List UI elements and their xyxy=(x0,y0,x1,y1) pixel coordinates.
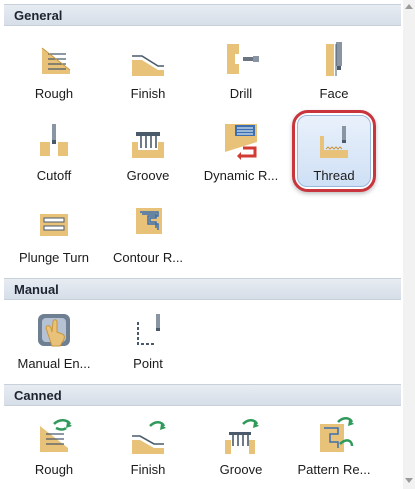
canned-rough-icon xyxy=(40,419,72,452)
contour-rough-icon xyxy=(136,208,162,234)
tool-label: Finish xyxy=(130,86,166,101)
tool-plunge-turn[interactable]: Plunge Turn xyxy=(10,198,98,272)
tool-dynamic-rough[interactable]: Dynamic R... xyxy=(197,116,285,190)
scroll-down-arrow-icon[interactable] xyxy=(405,478,413,483)
plunge-turn-icon xyxy=(40,214,68,236)
section-header-canned[interactable]: Canned xyxy=(4,384,401,406)
canned-finish-icon xyxy=(132,421,166,454)
tool-label: Thread xyxy=(313,168,355,183)
tool-label: Rough xyxy=(34,86,74,101)
point-icon xyxy=(137,314,160,345)
section-header-general[interactable]: General xyxy=(4,4,401,26)
tool-label: Drill xyxy=(229,86,253,101)
tool-label: Manual En... xyxy=(17,356,91,371)
tool-label: Point xyxy=(133,356,163,371)
tool-cutoff[interactable]: Cutoff xyxy=(10,116,98,190)
tool-label: Contour R... xyxy=(112,250,184,265)
dynamic-rough-icon xyxy=(225,124,257,160)
finish-icon xyxy=(132,55,164,76)
tool-face[interactable]: Face xyxy=(290,34,378,108)
tool-label: Plunge Turn xyxy=(18,250,90,265)
tool-label: Groove xyxy=(126,168,170,183)
drill-icon xyxy=(227,44,259,74)
tool-point[interactable]: Point xyxy=(104,304,192,378)
face-icon xyxy=(326,42,342,76)
groove-icon xyxy=(132,132,164,158)
rough-icon xyxy=(41,47,71,74)
vertical-scrollbar[interactable] xyxy=(403,0,415,489)
tool-label: Finish xyxy=(130,462,166,477)
tool-finish[interactable]: Finish xyxy=(104,34,192,108)
tool-thread[interactable]: Thread xyxy=(290,110,378,192)
tool-label: Rough xyxy=(34,462,74,477)
tool-rough[interactable]: Rough xyxy=(10,34,98,108)
toolpath-gallery-panel: General Rough Finish Drill Face Cutoff G… xyxy=(0,0,415,489)
tool-label: Cutoff xyxy=(36,168,72,183)
pattern-repeat-icon xyxy=(320,417,354,452)
tool-label: Face xyxy=(319,86,349,101)
tool-contour-rough[interactable]: Contour R... xyxy=(104,198,192,272)
tool-canned-rough[interactable]: Rough xyxy=(10,410,98,484)
tool-drill[interactable]: Drill xyxy=(197,34,285,108)
cutoff-icon xyxy=(40,124,68,156)
manual-entry-icon xyxy=(38,314,70,347)
tool-groove[interactable]: Groove xyxy=(104,116,192,190)
tool-canned-groove[interactable]: Groove xyxy=(197,410,285,484)
scroll-up-arrow-icon[interactable] xyxy=(405,4,413,9)
tool-canned-finish[interactable]: Finish xyxy=(104,410,192,484)
tool-label: Groove xyxy=(219,462,263,477)
thread-icon xyxy=(320,126,348,158)
tool-manual-entry[interactable]: Manual En... xyxy=(10,304,98,378)
section-header-manual[interactable]: Manual xyxy=(4,278,401,300)
tool-pattern-repeat[interactable]: Pattern Re... xyxy=(290,410,378,484)
tool-label: Dynamic R... xyxy=(203,168,279,183)
canned-groove-icon xyxy=(225,419,259,454)
tool-label: Pattern Re... xyxy=(297,462,371,477)
